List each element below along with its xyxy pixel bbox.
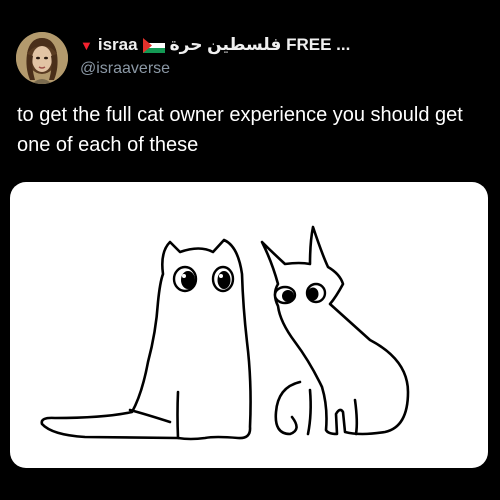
cat-doodles-drawing [40,225,410,441]
tweet-image[interactable] [10,182,488,468]
author-name-suffix: فلسطين حرة FREE ... [169,35,351,54]
author-handle[interactable]: @israaverse [80,60,490,78]
right-cat-tail [274,380,302,436]
left-cat-tail-line [128,408,172,424]
right-cat-front-leg [353,398,359,436]
tweet-header: ▼ israa فلسطين حرة FREE ... @israaverse [80,34,490,78]
avatar-portrait-icon [16,32,68,84]
palestine-flag-icon [142,37,165,53]
right-cat-outline [260,225,410,436]
author-name: israa [97,35,138,54]
left-cat-leg-line [176,390,180,440]
right-cat-eyes [273,282,327,305]
tweet: ▼ israa فلسطين حرة FREE ... @israaverse … [0,0,500,500]
red-triangle-icon: ▼ [80,37,93,53]
avatar[interactable] [16,32,68,84]
display-name[interactable]: ▼ israa فلسطين حرة FREE ... [80,34,490,56]
right-cat-leg [306,388,312,436]
left-cat-eyes [172,265,235,293]
tweet-text: to get the full cat owner experience you… [17,104,463,156]
